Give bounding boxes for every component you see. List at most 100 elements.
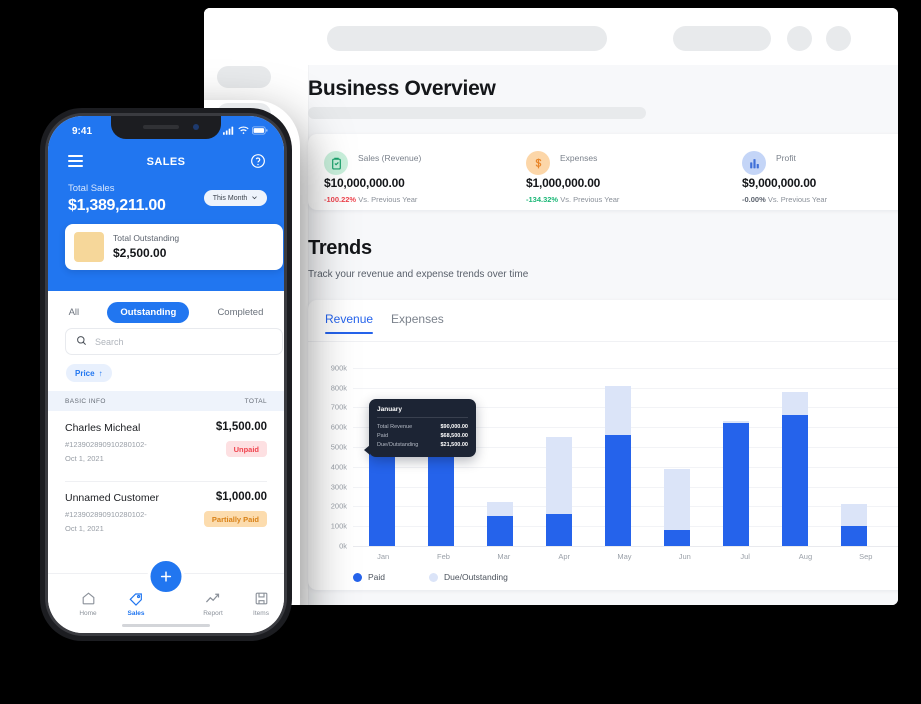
sort-price-chip[interactable]: Price ↑ (66, 364, 112, 382)
save-box-icon (240, 590, 282, 607)
outstanding-swatch-icon (74, 232, 104, 262)
phone-notch (111, 116, 221, 139)
tab-revenue[interactable]: Revenue (325, 312, 374, 334)
tab-all[interactable]: All (56, 302, 93, 323)
chart-tabs: Revenue Expenses (325, 312, 444, 334)
tooltip-row: Due/Outstanding $21,500.00 (377, 440, 468, 449)
list-item[interactable]: Unnamed Customer #123902890910280102- Oc… (48, 481, 284, 551)
phone-page-title: SALES (146, 156, 186, 168)
x-axis-tick-label: Jan (377, 552, 390, 561)
stat-comparison: -134.32% Vs. Previous Year (526, 195, 619, 204)
total-sales-label: Total Sales (68, 183, 115, 194)
bar-column[interactable] (883, 358, 898, 546)
bar-column[interactable] (530, 358, 589, 546)
invoice-amount: $1,500.00 (215, 421, 267, 433)
bar-segment-due (605, 385, 632, 436)
top-bar (204, 8, 898, 65)
bar-segment-paid (664, 530, 691, 546)
bar-segment-paid (722, 423, 749, 546)
status-badge: Partially Paid (203, 511, 267, 527)
bar-column[interactable] (824, 358, 883, 546)
phone-frame: 9:41 SALES Total Sales $1,389,211.00 Thi… (40, 108, 292, 641)
y-axis-tick-label: 800k (330, 383, 347, 393)
nav-item-items[interactable]: Items (240, 590, 282, 617)
bar-segment-due (781, 391, 808, 416)
bar-segment-paid (840, 526, 867, 546)
period-selector[interactable]: This Month (204, 190, 267, 206)
legend-swatch-paid (353, 572, 362, 582)
x-axis-tick-label: Feb (437, 552, 450, 561)
nav-item-report[interactable]: Report (192, 590, 234, 617)
speaker-icon (143, 125, 179, 129)
y-axis-tick-label: 400k (330, 462, 347, 472)
list-header-left: BASIC INFO (65, 397, 106, 405)
x-axis-tick-label: Oct (896, 552, 898, 561)
outstanding-label: Total Outstanding (113, 233, 180, 243)
avatar[interactable] (826, 26, 851, 51)
chevron-down-icon (251, 194, 258, 203)
bar-column[interactable] (589, 358, 648, 546)
y-axis-tick-label: 900k (330, 363, 347, 373)
stat-compare-text: Vs. Previous Year (358, 195, 418, 204)
bar-column[interactable] (471, 358, 530, 546)
search-icon (76, 335, 87, 348)
home-indicator (122, 623, 210, 627)
tabs-divider (308, 341, 898, 342)
tab-outstanding[interactable]: Outstanding (107, 302, 190, 323)
list-item[interactable]: Charles Micheal #123902890910280102- Oct… (48, 411, 284, 481)
x-axis-tick-label: May (617, 552, 632, 561)
chart-tooltip: January Total Revenue $90,000.00 Paid $6… (364, 399, 476, 457)
bar-column[interactable] (707, 358, 766, 546)
stat-label: Sales (Revenue) (358, 153, 422, 163)
invoice-amount: $1,000.00 (215, 491, 267, 503)
stat-comparison: -0.00% Vs. Previous Year (742, 195, 827, 204)
sidebar-item-placeholder-2[interactable] (217, 66, 271, 88)
topbar-icon-placeholder-1[interactable] (787, 26, 812, 51)
phone-navbar: SALES (48, 148, 284, 178)
bar-column[interactable] (765, 358, 824, 546)
tooltip-value: $90,000.00 (440, 423, 468, 430)
battery-icon (252, 126, 268, 135)
invoice-date: Oct 1, 2021 (65, 454, 104, 463)
stat-percent: -0.00% (742, 195, 766, 204)
tab-completed[interactable]: Completed (204, 302, 276, 323)
nav-label: Sales (127, 610, 145, 617)
tooltip-divider (377, 417, 468, 418)
legend-swatch-due (429, 572, 439, 582)
global-search-placeholder[interactable] (327, 26, 607, 51)
status-badge: Unpaid (225, 441, 267, 457)
nav-item-sales[interactable]: Sales (115, 590, 157, 617)
invoice-id: #123902890910280102- (65, 510, 147, 519)
legend-label-due: Due/Outstanding (444, 572, 508, 582)
tooltip-month: January (377, 406, 402, 413)
stat-label: Profit (776, 153, 796, 163)
dollar-icon (526, 151, 550, 175)
stat-value: $10,000,000.00 (324, 176, 405, 190)
add-button[interactable] (147, 558, 185, 595)
bar-segment-due (487, 502, 514, 517)
list-header-right: TOTAL (244, 397, 267, 405)
search-input[interactable]: Search (65, 328, 283, 355)
tooltip-value: $21,500.00 (440, 441, 468, 448)
phone-mockup: 9:41 SALES Total Sales $1,389,211.00 Thi… (40, 108, 292, 641)
y-axis-tick-label: 700k (330, 402, 347, 412)
wifi-icon (238, 126, 249, 135)
bar-column[interactable] (648, 358, 707, 546)
bar-segment-paid (487, 516, 514, 546)
stat-percent: -134.32% (526, 195, 559, 204)
page-subtitle-placeholder (308, 107, 646, 119)
tab-expenses[interactable]: Expenses (391, 312, 444, 334)
tooltip-value: $68,500.00 (440, 432, 468, 439)
tooltip-key: Due/Outstanding (377, 441, 419, 448)
help-circle-icon[interactable] (250, 153, 266, 169)
trends-title: Trends (308, 237, 372, 259)
stat-comparison: -100.22% Vs. Previous Year (324, 195, 417, 204)
page-title: Business Overview (308, 77, 496, 100)
search-placeholder: Search (95, 336, 124, 347)
x-axis-tick-label: Jul (740, 552, 750, 561)
nav-item-home[interactable]: Home (67, 590, 109, 617)
phone-bezel: 9:41 SALES Total Sales $1,389,211.00 Thi… (45, 113, 287, 636)
total-outstanding-card[interactable]: Total Outstanding $2,500.00 (65, 224, 283, 270)
signal-icon (223, 126, 235, 135)
topbar-action-placeholder[interactable] (673, 26, 771, 51)
